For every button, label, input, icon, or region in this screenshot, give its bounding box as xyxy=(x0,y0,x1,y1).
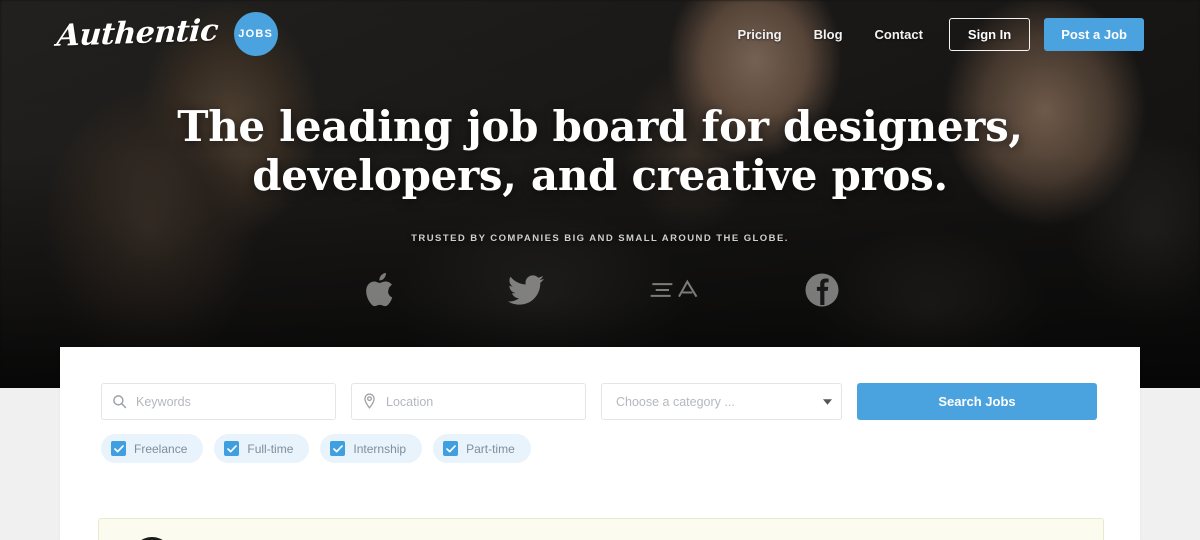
filter-chip-freelance[interactable]: Freelance xyxy=(101,434,204,463)
ea-logo-icon xyxy=(600,262,748,318)
checkbox-checked-icon[interactable] xyxy=(443,441,459,456)
filter-chip-internship[interactable]: Internship xyxy=(320,434,423,463)
main-navigation: Pricing Blog Contact Sign In Post a Job xyxy=(738,18,1144,51)
hero-section: Authentic JOBS Pricing Blog Contact Sign… xyxy=(0,0,1200,388)
facebook-logo-icon xyxy=(748,262,896,318)
filter-chip-part-time[interactable]: Part-time xyxy=(433,434,531,463)
keywords-field[interactable] xyxy=(101,383,336,420)
checkbox-checked-icon[interactable] xyxy=(111,441,126,456)
nav-link-contact[interactable]: Contact xyxy=(875,27,923,42)
jobs-badge-label: JOBS xyxy=(238,28,274,40)
search-jobs-button[interactable]: Search Jobs xyxy=(857,383,1097,420)
location-field[interactable] xyxy=(351,383,586,420)
nav-link-blog[interactable]: Blog xyxy=(814,27,843,42)
category-selected-label: Choose a category ... xyxy=(616,394,735,409)
filter-chip-full-time[interactable]: Full-time xyxy=(214,434,310,463)
filter-chip-label: Internship xyxy=(353,441,407,456)
site-header: Authentic JOBS Pricing Blog Contact Sign… xyxy=(0,0,1200,66)
chevron-down-icon xyxy=(819,398,841,405)
filter-chip-label: Full-time xyxy=(247,441,294,456)
checkbox-checked-icon[interactable] xyxy=(224,441,240,456)
page-background-right xyxy=(1140,388,1200,540)
trusted-brand-logos xyxy=(0,262,1200,318)
category-select[interactable]: Choose a category ... xyxy=(601,383,842,420)
keywords-input[interactable] xyxy=(136,384,335,419)
job-type-filters: Freelance Full-time Internship Part-time xyxy=(60,420,1140,463)
post-a-job-button[interactable]: Post a Job xyxy=(1044,18,1144,51)
page-background-left xyxy=(0,388,60,540)
headline-line-1: The leading job board for designers, xyxy=(177,102,1023,151)
apple-logo-icon xyxy=(304,262,452,318)
hero-headline: The leading job board for designers, dev… xyxy=(0,102,1200,200)
search-icon xyxy=(102,383,136,420)
page-root: Authentic JOBS Pricing Blog Contact Sign… xyxy=(0,0,1200,540)
filter-chip-label: Freelance xyxy=(134,441,188,456)
trusted-by-text: TRUSTED BY COMPANIES BIG AND SMALL AROUN… xyxy=(411,233,789,244)
checkbox-checked-icon[interactable] xyxy=(330,441,346,456)
brand-wordmark: Authentic xyxy=(55,13,220,54)
search-fields-row: Choose a category ... Search Jobs xyxy=(60,347,1140,420)
location-input[interactable] xyxy=(386,384,585,419)
sign-in-button[interactable]: Sign In xyxy=(948,18,1031,51)
twitter-logo-icon xyxy=(452,262,600,318)
filter-chip-label: Part-time xyxy=(466,441,515,456)
job-listing-card[interactable] xyxy=(98,518,1104,540)
jobs-badge: JOBS xyxy=(233,12,278,56)
job-listings-section xyxy=(60,508,1140,540)
nav-link-pricing[interactable]: Pricing xyxy=(738,27,782,42)
map-pin-icon xyxy=(352,383,386,420)
brand-logo[interactable]: Authentic JOBS xyxy=(55,12,278,56)
headline-line-2: developers, and creative pros. xyxy=(252,151,948,201)
